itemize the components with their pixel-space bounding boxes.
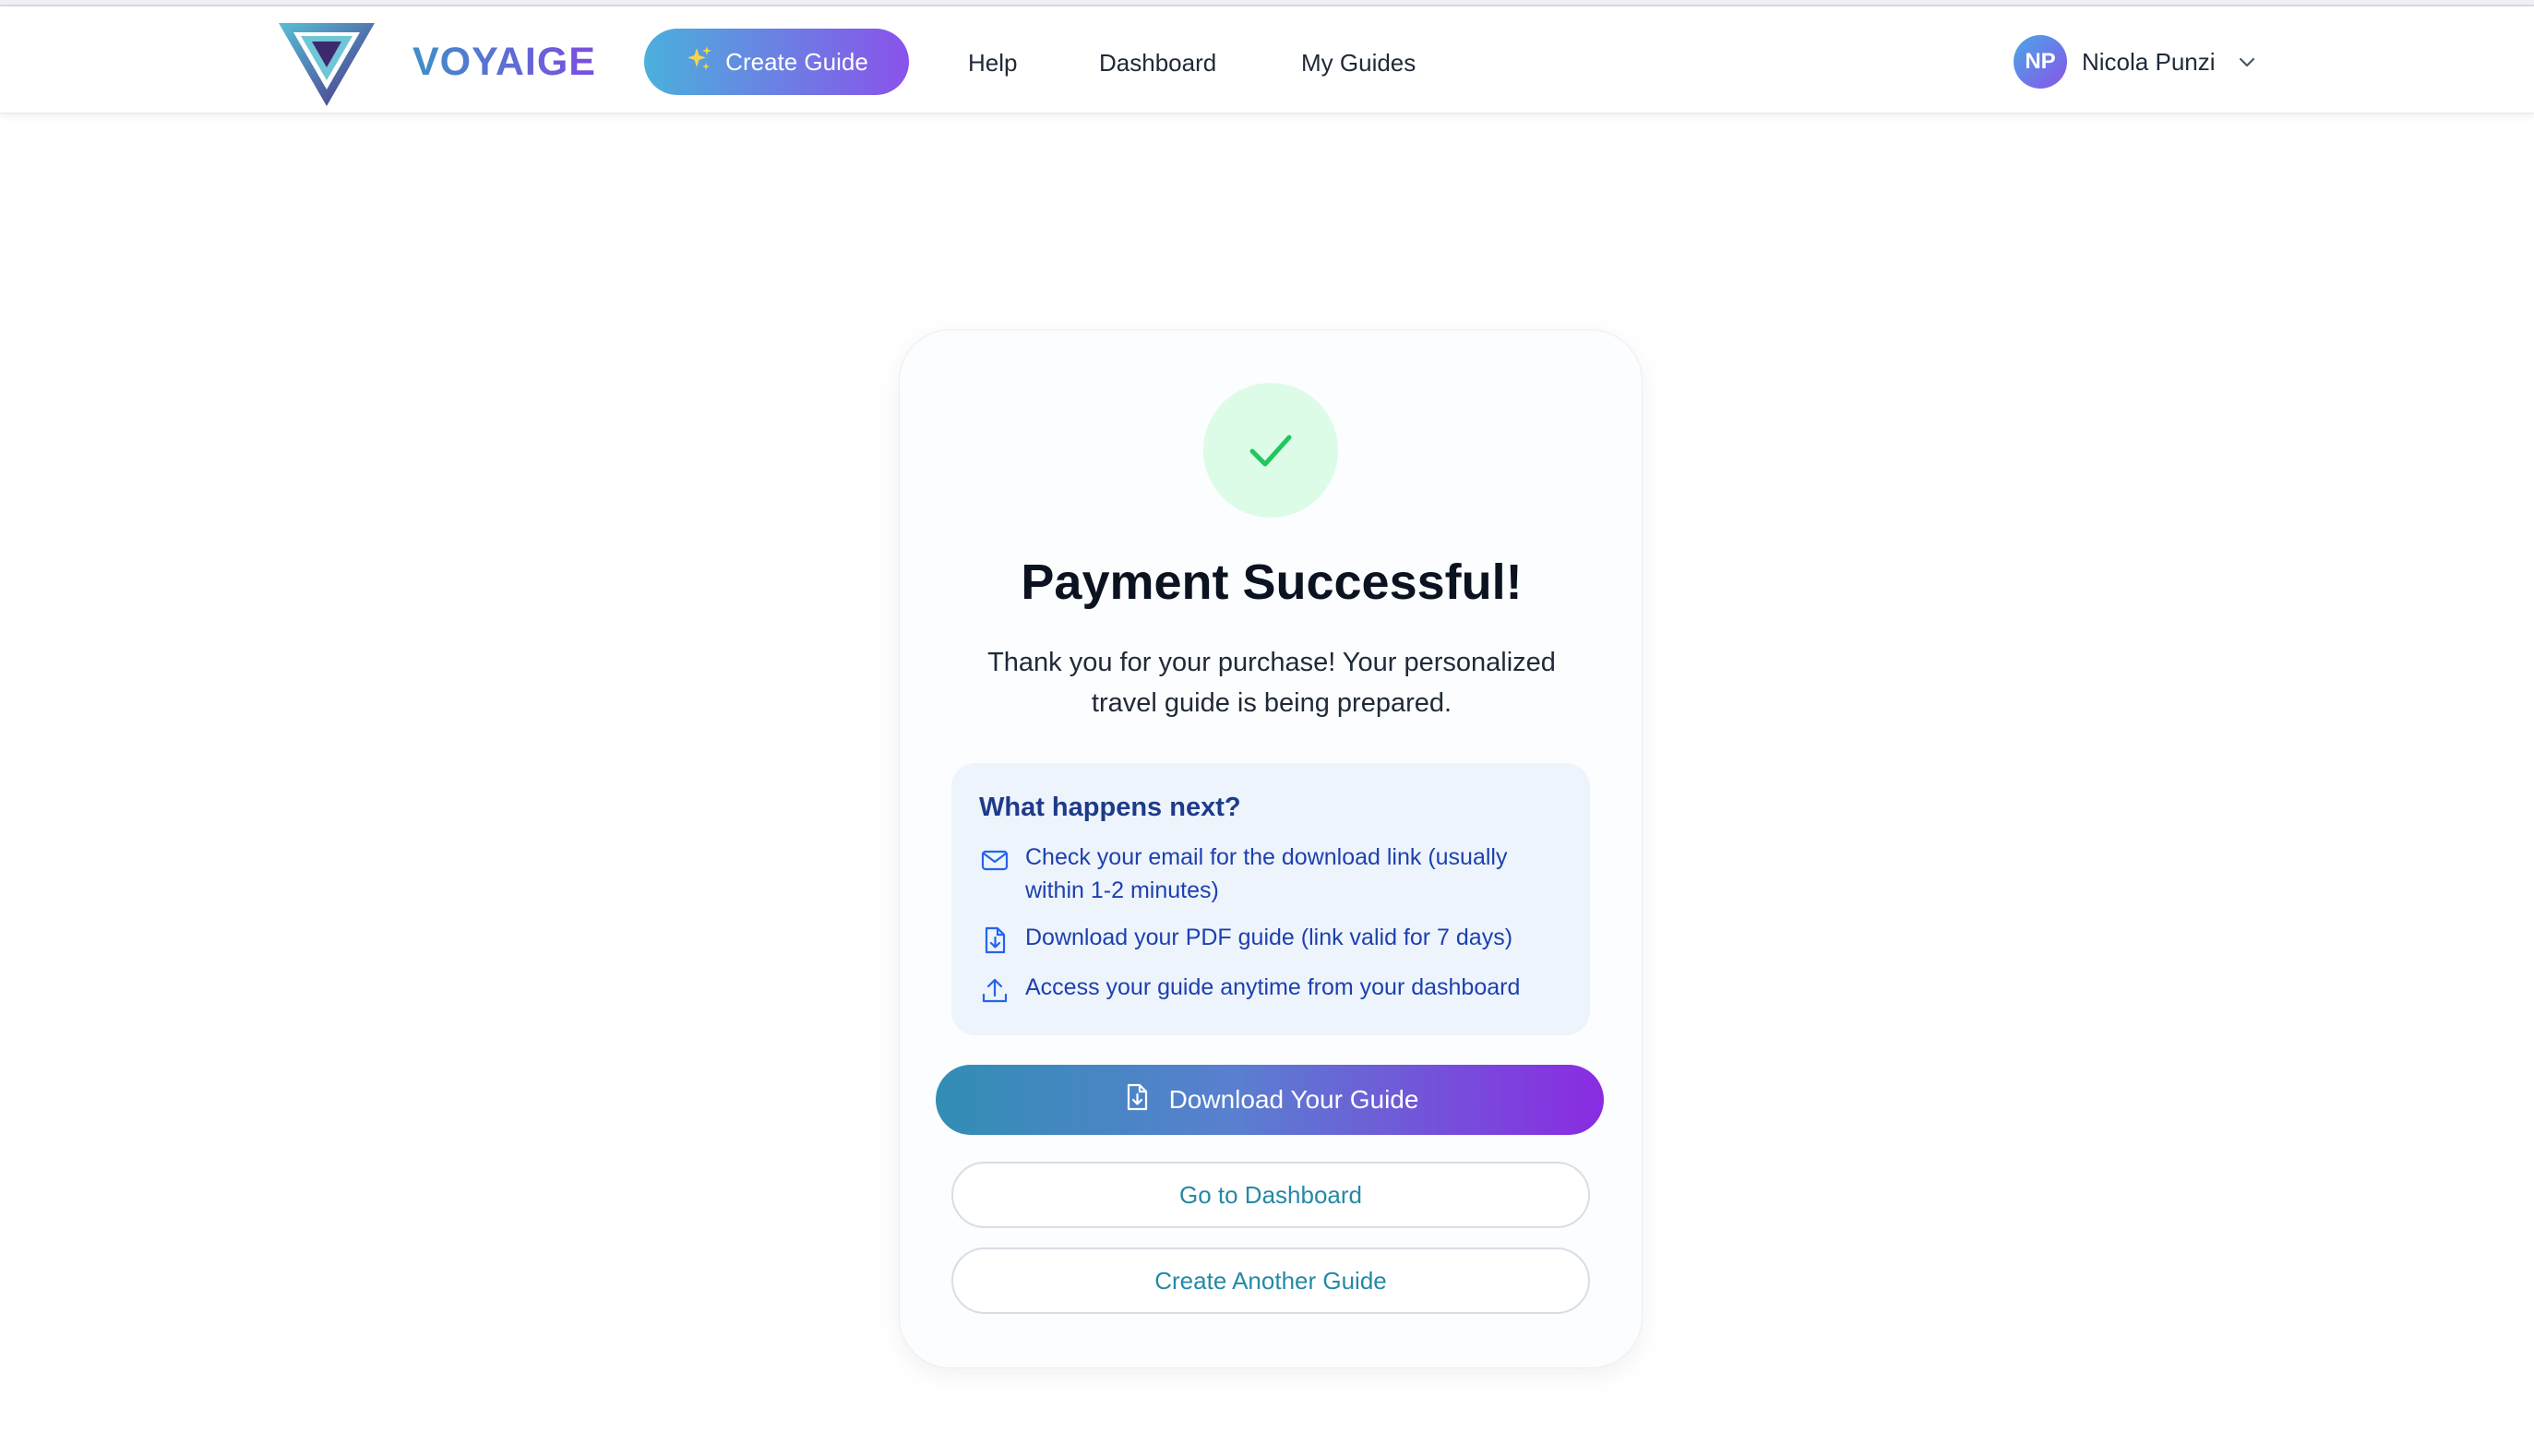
list-item: Download your PDF guide (link valid for … (979, 921, 1570, 956)
upload-icon (979, 974, 1010, 1006)
next-step-text: Check your email for the download link (… (1025, 844, 1508, 903)
chevron-down-icon (2234, 49, 2260, 75)
user-menu[interactable]: NP Nicola Punzi (2014, 34, 2260, 90)
sparkles-icon (685, 44, 714, 80)
download-guide-button[interactable]: Download Your Guide (936, 1065, 1604, 1135)
file-download-icon (979, 925, 1010, 956)
avatar: NP (2014, 35, 2067, 89)
check-icon (1249, 435, 1292, 467)
browser-top-edge (0, 0, 2534, 6)
file-download-icon (1121, 1081, 1153, 1119)
top-navbar: VOYAIGE Create Guide Help Dashboard My G… (0, 6, 2534, 113)
go-to-dashboard-button[interactable]: Go to Dashboard (951, 1162, 1590, 1228)
next-step-text: Access your guide anytime from your dash… (1025, 974, 1521, 1000)
next-steps-panel: What happens next? Check your email for … (951, 763, 1590, 1035)
success-badge (1203, 383, 1338, 518)
create-guide-label: Create Guide (725, 47, 868, 76)
nav-dashboard[interactable]: Dashboard (1099, 49, 1216, 78)
voyaige-logo-icon[interactable] (277, 21, 377, 108)
mail-icon (979, 844, 1010, 876)
nav-my-guides[interactable]: My Guides (1301, 49, 1416, 78)
create-guide-button[interactable]: Create Guide (644, 29, 909, 95)
nav-help[interactable]: Help (968, 49, 1017, 78)
success-message: Thank you for your purchase! Your person… (987, 648, 1556, 718)
list-item: Access your guide anytime from your dash… (979, 971, 1570, 1006)
user-name: Nicola Punzi (2082, 47, 2216, 76)
create-another-guide-button[interactable]: Create Another Guide (951, 1247, 1590, 1314)
list-item: Check your email for the download link (… (979, 841, 1570, 907)
next-step-text: Download your PDF guide (link valid for … (1025, 925, 1513, 950)
brand-name[interactable]: VOYAIGE (412, 40, 596, 85)
payment-success-card: Payment Successful! Thank you for your p… (899, 329, 1643, 1368)
page-title: Payment Successful! (1021, 555, 1523, 610)
download-guide-label: Download Your Guide (1168, 1085, 1419, 1114)
next-steps-heading: What happens next? (979, 793, 1241, 822)
